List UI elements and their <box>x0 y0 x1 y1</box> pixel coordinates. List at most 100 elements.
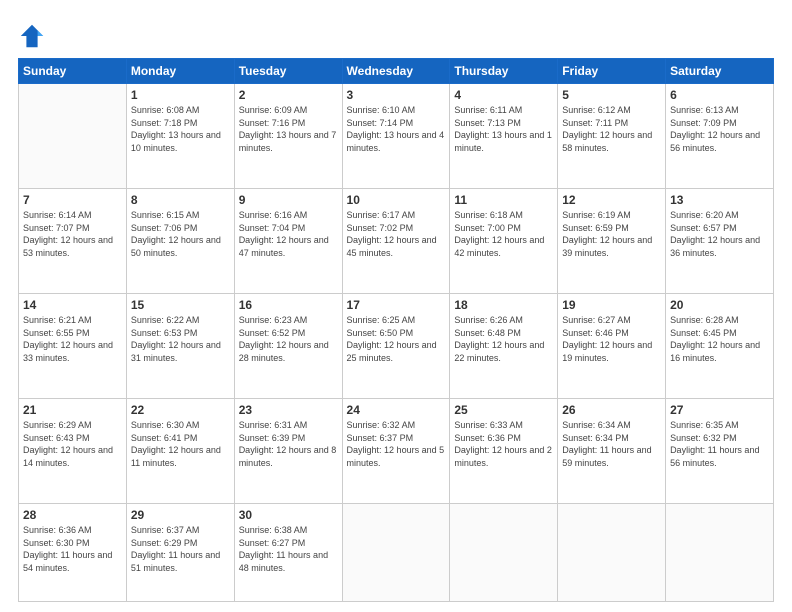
day-info: Sunrise: 6:33 AMSunset: 6:36 PMDaylight:… <box>454 419 553 469</box>
day-info: Sunrise: 6:14 AMSunset: 7:07 PMDaylight:… <box>23 209 122 259</box>
calendar-header-wednesday: Wednesday <box>342 59 450 84</box>
calendar-cell <box>342 504 450 602</box>
day-number: 21 <box>23 403 122 417</box>
day-number: 17 <box>347 298 446 312</box>
calendar-cell: 19 Sunrise: 6:27 AMSunset: 6:46 PMDayligh… <box>558 294 666 399</box>
day-info: Sunrise: 6:30 AMSunset: 6:41 PMDaylight:… <box>131 419 230 469</box>
calendar-cell: 10Sunrise: 6:17 AMSunset: 7:02 PMDayligh… <box>342 189 450 294</box>
day-info: Sunrise: 6:12 AMSunset: 7:11 PMDaylight:… <box>562 104 661 154</box>
calendar-cell: 28 Sunrise: 6:36 AMSunset: 6:30 PMDayligh… <box>19 504 127 602</box>
calendar-cell: 13 Sunrise: 6:20 AMSunset: 6:57 PMDayligh… <box>666 189 774 294</box>
day-number: 26 <box>562 403 661 417</box>
day-info: Sunrise: 6:25 AMSunset: 6:50 PMDaylight:… <box>347 314 446 364</box>
calendar-cell: 27 Sunrise: 6:35 AMSunset: 6:32 PMDayligh… <box>666 399 774 504</box>
calendar-week-row: 28 Sunrise: 6:36 AMSunset: 6:30 PMDayligh… <box>19 504 774 602</box>
day-info: Sunrise: 6:35 AMSunset: 6:32 PMDaylight:… <box>670 419 769 469</box>
calendar-header-row: SundayMondayTuesdayWednesdayThursdayFrid… <box>19 59 774 84</box>
calendar-cell: 7 Sunrise: 6:14 AMSunset: 7:07 PMDaylight… <box>19 189 127 294</box>
day-number: 5 <box>562 88 661 102</box>
calendar-cell: 22 Sunrise: 6:30 AMSunset: 6:41 PMDayligh… <box>126 399 234 504</box>
day-number: 27 <box>670 403 769 417</box>
calendar-week-row: 14 Sunrise: 6:21 AMSunset: 6:55 PMDayligh… <box>19 294 774 399</box>
day-number: 4 <box>454 88 553 102</box>
calendar-cell: 4 Sunrise: 6:11 AMSunset: 7:13 PMDaylight… <box>450 84 558 189</box>
day-info: Sunrise: 6:32 AMSunset: 6:37 PMDaylight:… <box>347 419 446 469</box>
calendar-table: SundayMondayTuesdayWednesdayThursdayFrid… <box>18 58 774 602</box>
day-info: Sunrise: 6:09 AMSunset: 7:16 PMDaylight:… <box>239 104 338 154</box>
day-info: Sunrise: 6:27 AMSunset: 6:46 PMDaylight:… <box>562 314 661 364</box>
day-info: Sunrise: 6:31 AMSunset: 6:39 PMDaylight:… <box>239 419 338 469</box>
calendar-header-tuesday: Tuesday <box>234 59 342 84</box>
day-info: Sunrise: 6:16 AMSunset: 7:04 PMDaylight:… <box>239 209 338 259</box>
day-info: Sunrise: 6:08 AMSunset: 7:18 PMDaylight:… <box>131 104 230 154</box>
day-number: 13 <box>670 193 769 207</box>
calendar-week-row: 1 Sunrise: 6:08 AMSunset: 7:18 PMDaylight… <box>19 84 774 189</box>
day-number: 28 <box>23 508 122 522</box>
calendar-cell <box>666 504 774 602</box>
day-info: Sunrise: 6:20 AMSunset: 6:57 PMDaylight:… <box>670 209 769 259</box>
calendar-cell: 9 Sunrise: 6:16 AMSunset: 7:04 PMDaylight… <box>234 189 342 294</box>
calendar-cell <box>558 504 666 602</box>
calendar-cell: 18 Sunrise: 6:26 AMSunset: 6:48 PMDayligh… <box>450 294 558 399</box>
calendar-cell: 30Sunrise: 6:38 AMSunset: 6:27 PMDayligh… <box>234 504 342 602</box>
day-info: Sunrise: 6:37 AMSunset: 6:29 PMDaylight:… <box>131 524 230 574</box>
day-info: Sunrise: 6:13 AMSunset: 7:09 PMDaylight:… <box>670 104 769 154</box>
day-info: Sunrise: 6:38 AMSunset: 6:27 PMDaylight:… <box>239 524 338 574</box>
logo <box>18 22 50 50</box>
day-info: Sunrise: 6:36 AMSunset: 6:30 PMDaylight:… <box>23 524 122 574</box>
day-info: Sunrise: 6:11 AMSunset: 7:13 PMDaylight:… <box>454 104 553 154</box>
day-number: 9 <box>239 193 338 207</box>
calendar-cell: 12 Sunrise: 6:19 AMSunset: 6:59 PMDayligh… <box>558 189 666 294</box>
day-number: 1 <box>131 88 230 102</box>
day-info: Sunrise: 6:10 AMSunset: 7:14 PMDaylight:… <box>347 104 446 154</box>
logo-icon <box>18 22 46 50</box>
calendar-week-row: 21Sunrise: 6:29 AMSunset: 6:43 PMDayligh… <box>19 399 774 504</box>
calendar-cell: 3 Sunrise: 6:10 AMSunset: 7:14 PMDaylight… <box>342 84 450 189</box>
header <box>18 18 774 50</box>
day-number: 29 <box>131 508 230 522</box>
calendar-cell: 20 Sunrise: 6:28 AMSunset: 6:45 PMDayligh… <box>666 294 774 399</box>
day-number: 24 <box>347 403 446 417</box>
calendar-header-saturday: Saturday <box>666 59 774 84</box>
day-number: 23 <box>239 403 338 417</box>
day-number: 18 <box>454 298 553 312</box>
calendar-header-thursday: Thursday <box>450 59 558 84</box>
day-number: 2 <box>239 88 338 102</box>
calendar-header-monday: Monday <box>126 59 234 84</box>
day-number: 25 <box>454 403 553 417</box>
calendar-cell: 5 Sunrise: 6:12 AMSunset: 7:11 PMDaylight… <box>558 84 666 189</box>
calendar-cell: 15 Sunrise: 6:22 AMSunset: 6:53 PMDayligh… <box>126 294 234 399</box>
calendar-cell: 6 Sunrise: 6:13 AMSunset: 7:09 PMDaylight… <box>666 84 774 189</box>
day-number: 14 <box>23 298 122 312</box>
day-info: Sunrise: 6:22 AMSunset: 6:53 PMDaylight:… <box>131 314 230 364</box>
calendar-cell: 2 Sunrise: 6:09 AMSunset: 7:16 PMDaylight… <box>234 84 342 189</box>
day-info: Sunrise: 6:15 AMSunset: 7:06 PMDaylight:… <box>131 209 230 259</box>
calendar-cell: 23 Sunrise: 6:31 AMSunset: 6:39 PMDayligh… <box>234 399 342 504</box>
day-number: 15 <box>131 298 230 312</box>
calendar-cell: 14 Sunrise: 6:21 AMSunset: 6:55 PMDayligh… <box>19 294 127 399</box>
day-number: 12 <box>562 193 661 207</box>
calendar-cell: 17 Sunrise: 6:25 AMSunset: 6:50 PMDayligh… <box>342 294 450 399</box>
day-info: Sunrise: 6:26 AMSunset: 6:48 PMDaylight:… <box>454 314 553 364</box>
calendar-cell: 26 Sunrise: 6:34 AMSunset: 6:34 PMDayligh… <box>558 399 666 504</box>
day-number: 6 <box>670 88 769 102</box>
day-info: Sunrise: 6:21 AMSunset: 6:55 PMDaylight:… <box>23 314 122 364</box>
calendar-cell <box>19 84 127 189</box>
calendar-cell: 8Sunrise: 6:15 AMSunset: 7:06 PMDaylight… <box>126 189 234 294</box>
day-info: Sunrise: 6:23 AMSunset: 6:52 PMDaylight:… <box>239 314 338 364</box>
calendar-cell: 21Sunrise: 6:29 AMSunset: 6:43 PMDayligh… <box>19 399 127 504</box>
day-info: Sunrise: 6:28 AMSunset: 6:45 PMDaylight:… <box>670 314 769 364</box>
day-number: 20 <box>670 298 769 312</box>
day-number: 19 <box>562 298 661 312</box>
day-number: 7 <box>23 193 122 207</box>
calendar-cell: 11Sunrise: 6:18 AMSunset: 7:00 PMDayligh… <box>450 189 558 294</box>
calendar-cell: 16Sunrise: 6:23 AMSunset: 6:52 PMDayligh… <box>234 294 342 399</box>
day-number: 22 <box>131 403 230 417</box>
day-info: Sunrise: 6:18 AMSunset: 7:00 PMDaylight:… <box>454 209 553 259</box>
calendar-cell: 29 Sunrise: 6:37 AMSunset: 6:29 PMDayligh… <box>126 504 234 602</box>
day-number: 3 <box>347 88 446 102</box>
calendar-header-sunday: Sunday <box>19 59 127 84</box>
calendar-cell: 25 Sunrise: 6:33 AMSunset: 6:36 PMDayligh… <box>450 399 558 504</box>
day-info: Sunrise: 6:34 AMSunset: 6:34 PMDaylight:… <box>562 419 661 469</box>
day-info: Sunrise: 6:19 AMSunset: 6:59 PMDaylight:… <box>562 209 661 259</box>
